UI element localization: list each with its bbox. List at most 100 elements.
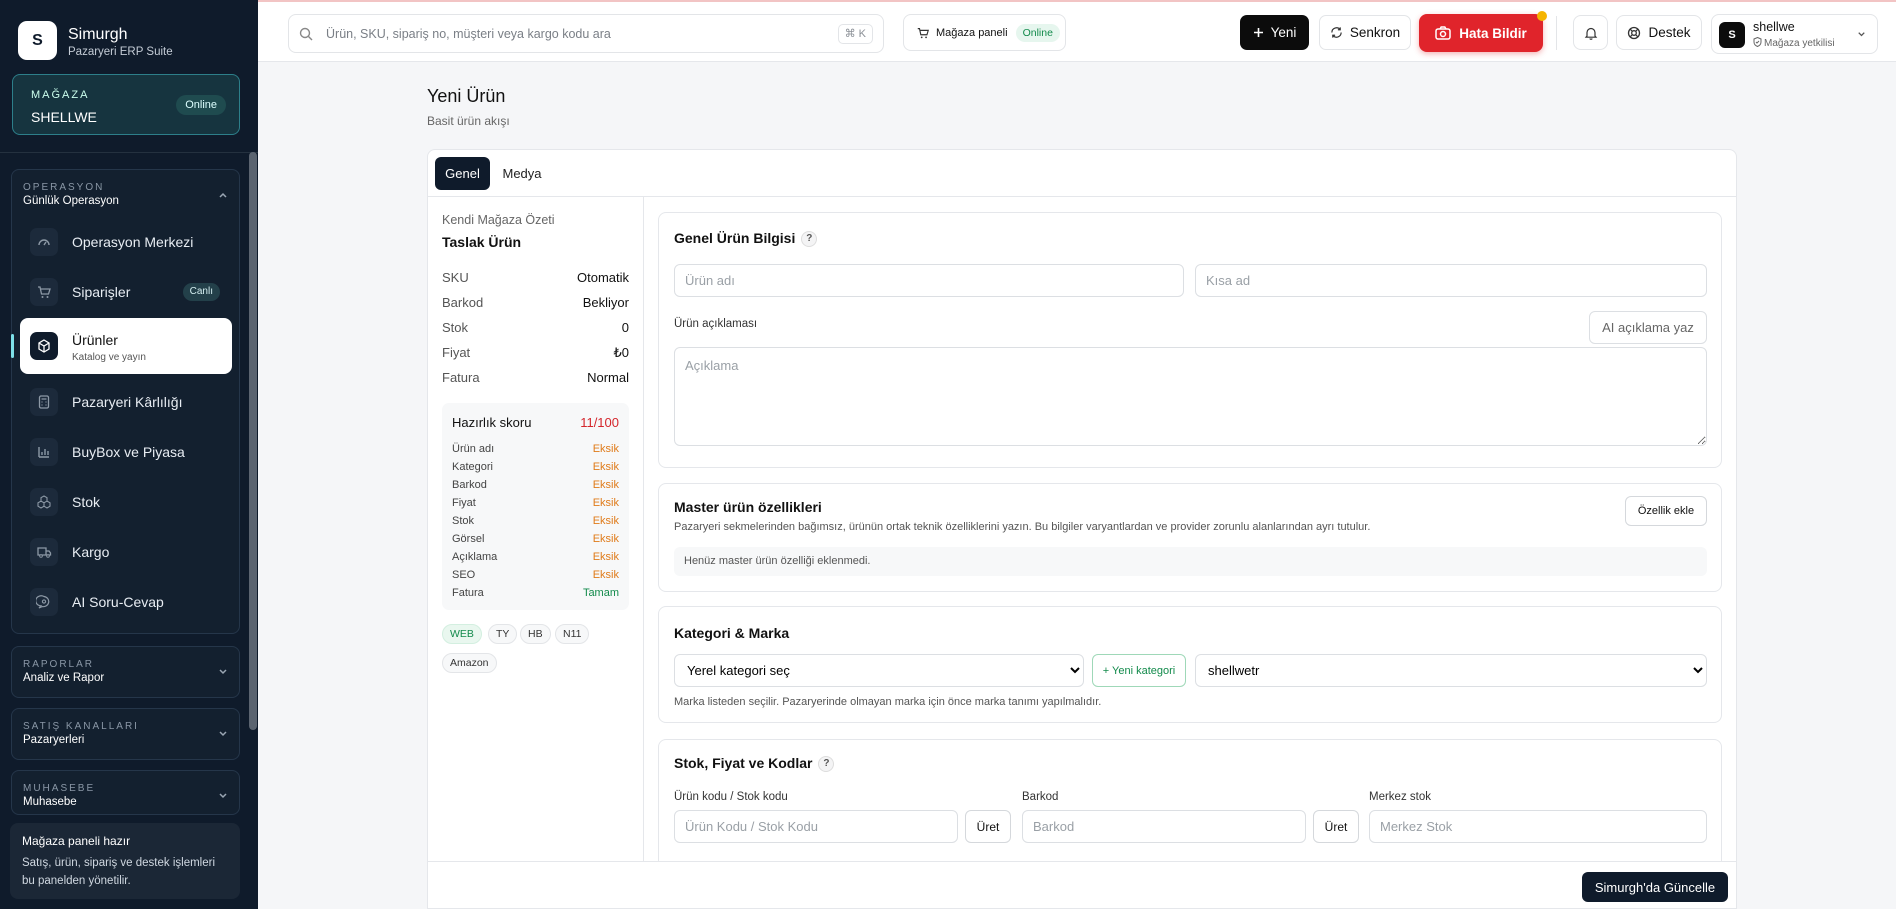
marketplace-chip-n11[interactable]: N11	[555, 624, 590, 644]
barcode-input[interactable]	[1022, 810, 1306, 843]
new-button-label: Yeni	[1270, 25, 1297, 40]
help-icon[interactable]: ?	[801, 231, 818, 248]
marketplace-chip-web[interactable]: WEB	[442, 624, 482, 644]
generate-barcode-button[interactable]: Üret	[1313, 810, 1359, 843]
store-summary-panel: Kendi Mağaza Özeti Taslak Ürün SKU Otomat…	[428, 197, 644, 908]
sidebar-item-operasyon-merkezi[interactable]: Operasyon Merkezi	[20, 220, 232, 264]
store-panel-button[interactable]: Mağaza paneli Online	[903, 14, 1066, 51]
check-label: Barkod	[452, 479, 487, 491]
section-title: Kategori & Marka	[674, 625, 790, 641]
checklist-row: Kategori Eksik	[452, 461, 619, 473]
readiness-header: Hazırlık skoru 11/100	[452, 415, 619, 430]
chevron-down-icon[interactable]	[217, 790, 229, 802]
generate-code-button[interactable]: Üret	[965, 810, 1011, 843]
description-label: Ürün açıklaması	[674, 318, 758, 330]
notification-dot	[1537, 11, 1547, 21]
summary-value: ₺0	[613, 345, 629, 360]
new-button[interactable]: Yeni	[1240, 15, 1309, 50]
help-icon[interactable]: ?	[818, 756, 835, 773]
sidebar-item-pazaryeri-karliligi[interactable]: Pazaryeri Kârlılığı	[20, 380, 232, 424]
description-textarea[interactable]	[674, 347, 1707, 446]
footer-title: Mağaza paneli hazır	[22, 834, 131, 848]
report-bug-label: Hata Bildir	[1459, 25, 1527, 41]
nav-group-satis-kanallari[interactable]: SATIŞ KANALLARI Pazaryerleri	[11, 708, 240, 760]
short-name-input[interactable]	[1195, 264, 1707, 297]
app-logo[interactable]: S	[18, 21, 57, 60]
group-label: OPERASYON	[23, 182, 105, 193]
tab-medya[interactable]: Medya	[498, 157, 546, 190]
marketplace-chip-hb[interactable]: HB	[520, 624, 551, 644]
sidebar-scrollbar[interactable]	[249, 152, 257, 730]
sidebar-item-label: AI Soru-Cevap	[72, 594, 164, 610]
check-label: Stok	[452, 515, 475, 527]
section-title-text: Stok, Fiyat ve Kodlar	[674, 755, 813, 771]
sidebar-item-label: Stok	[72, 494, 101, 510]
summary-title: Kendi Mağaza Özeti	[442, 213, 555, 227]
live-badge: Canlı	[182, 283, 220, 301]
center-stock-input[interactable]	[1369, 810, 1707, 843]
nav-group-operasyon: OPERASYON Günlük Operasyon Operasyon Mer…	[11, 169, 240, 634]
update-simurgh-button[interactable]: Simurgh'da Güncelle	[1582, 872, 1728, 902]
package-icon	[30, 332, 58, 360]
gauge-icon	[30, 228, 58, 256]
sidebar-item-label: BuyBox ve Piyasa	[72, 444, 185, 460]
product-code-input[interactable]	[674, 810, 958, 843]
support-button[interactable]: Destek	[1616, 15, 1702, 50]
sync-button[interactable]: Senkron	[1319, 15, 1411, 50]
section-title: Stok, Fiyat ve Kodlar?	[674, 755, 835, 773]
user-menu[interactable]: S shellwe Mağaza yetkilisi	[1711, 14, 1878, 54]
brand-select[interactable]: shellwetr	[1195, 654, 1707, 687]
category-select[interactable]: Yerel kategori seç	[674, 654, 1084, 687]
new-category-button[interactable]: + Yeni kategori	[1092, 654, 1186, 687]
cart-icon	[916, 26, 930, 40]
global-search[interactable]: Ürün, SKU, sipariş no, müşteri veya karg…	[288, 14, 884, 53]
sidebar-item-stok[interactable]: Stok	[20, 480, 232, 524]
check-label: Fiyat	[452, 497, 476, 509]
sidebar-item-ai-soru-cevap[interactable]: AI Soru-Cevap	[20, 580, 232, 624]
sidebar-item-buybox[interactable]: BuyBox ve Piyasa	[20, 430, 232, 474]
group-title[interactable]: Günlük Operasyon	[23, 195, 119, 207]
nav-group-muhasebe[interactable]: MUHASEBE Muhasebe	[11, 770, 240, 815]
group-title: Analiz ve Rapor	[23, 672, 105, 684]
chevron-down-icon[interactable]	[217, 728, 229, 740]
product-name-input[interactable]	[674, 264, 1184, 297]
check-status: Eksik	[592, 533, 619, 545]
sidebar-item-siparisler[interactable]: Siparişler Canlı	[20, 270, 232, 314]
divider	[1556, 16, 1557, 50]
readiness-score-card: Hazırlık skoru 11/100 Ürün adı Eksik Kateg…	[442, 403, 629, 610]
chevron-down-icon[interactable]	[217, 666, 229, 678]
marketplace-chip-ty[interactable]: TY	[488, 624, 518, 644]
check-label: Ürün adı	[452, 443, 495, 455]
brand-name: Simurgh	[68, 26, 128, 43]
store-status-badge: Online	[176, 95, 226, 115]
chevron-up-icon[interactable]	[217, 189, 229, 201]
user-name: shellwe	[1753, 20, 1795, 34]
check-status: Eksik	[592, 461, 619, 473]
ai-description-button[interactable]: AI açıklama yaz	[1589, 311, 1707, 344]
stock-price-codes-section: Stok, Fiyat ve Kodlar? Ürün kodu / Stok …	[658, 739, 1722, 879]
sidebar-item-kargo[interactable]: Kargo	[20, 530, 232, 574]
report-bug-button[interactable]: Hata Bildir	[1419, 11, 1547, 52]
sidebar-divider	[0, 152, 258, 153]
brand-note: Marka listeden seçilir. Pazaryerinde olm…	[674, 696, 1102, 708]
sidebar-item-label: Ürünler	[72, 332, 118, 348]
sync-button-label: Senkron	[1349, 25, 1401, 40]
section-title-text: Genel Ürün Bilgisi	[674, 230, 796, 246]
search-input[interactable]: Ürün, SKU, sipariş no, müşteri veya karg…	[326, 27, 611, 41]
active-indicator	[11, 334, 14, 358]
online-badge: Online	[1015, 23, 1060, 42]
sidebar-item-sublabel: Katalog ve yayın	[72, 352, 146, 363]
group-label: RAPORLAR	[23, 659, 95, 670]
add-attribute-button[interactable]: Özellik ekle	[1625, 496, 1707, 526]
page-title: Yeni Ürün	[427, 86, 506, 106]
check-label: Kategori	[452, 461, 493, 473]
general-info-section: Genel Ürün Bilgisi? Ürün açıklaması AI a…	[658, 212, 1722, 468]
sidebar-item-urunler[interactable]: Ürünler Katalog ve yayın	[11, 318, 232, 374]
store-card[interactable]: MAĞAZA SHELLWE Online	[12, 74, 240, 135]
tab-genel[interactable]: Genel	[435, 157, 490, 190]
bar-chart-icon	[30, 438, 58, 466]
notifications-button[interactable]	[1573, 15, 1608, 50]
marketplace-chip-amazon[interactable]: Amazon	[442, 653, 497, 673]
page-subtitle: Basit ürün akışı	[427, 114, 510, 128]
nav-group-raporlar[interactable]: RAPORLAR Analiz ve Rapor	[11, 646, 240, 698]
